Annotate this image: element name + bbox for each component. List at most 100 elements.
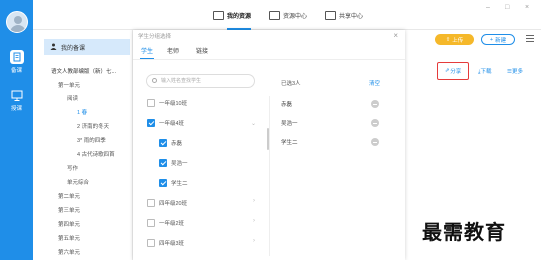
close-icon[interactable]: × xyxy=(393,31,398,40)
left-rail: 备课 授课 xyxy=(0,0,33,260)
clear-button[interactable]: 清空 xyxy=(369,79,380,87)
tab-resource-center[interactable]: 资源中心 xyxy=(269,8,307,22)
student-label: 赤磊 xyxy=(171,141,183,147)
rail-item-teach[interactable]: 授课 xyxy=(0,88,33,112)
tab-label: 资源中心 xyxy=(283,13,308,20)
class-label: 一年级2班 xyxy=(159,221,185,227)
tree-lesson-1[interactable]: 1 春 xyxy=(77,108,87,116)
class-row[interactable]: 一年级10班 xyxy=(147,98,187,108)
new-button[interactable]: + 新建 xyxy=(481,34,515,45)
checkbox[interactable] xyxy=(147,219,155,227)
chevron-down-icon[interactable]: ⌄ xyxy=(251,120,256,127)
tree-unit-4[interactable]: 第四单元 xyxy=(58,220,80,228)
upload-button[interactable]: ⇧ 上传 xyxy=(435,34,474,45)
more-button[interactable]: ☰更多 xyxy=(507,67,523,75)
remove-icon[interactable] xyxy=(371,119,379,127)
person-icon xyxy=(50,43,57,52)
divider xyxy=(269,96,270,256)
class-row[interactable]: 四年级3班 xyxy=(147,238,184,248)
student-select-dialog: 学生分组选择 × 学生 老师 链接 输入姓名查找学生 一年级10班 一年级4班 … xyxy=(133,30,405,260)
upload-icon: ⇧ xyxy=(445,36,451,43)
my-lessons-item[interactable]: 我的备课 xyxy=(44,39,130,55)
share-icon: ⇗ xyxy=(444,68,450,74)
plus-icon: + xyxy=(489,36,494,43)
share-button[interactable]: ⇗ 分享 xyxy=(437,62,469,80)
student-row[interactable]: 学生二 xyxy=(159,178,188,188)
checkbox[interactable] xyxy=(147,239,155,247)
close-window-button[interactable]: × xyxy=(525,4,529,11)
divider xyxy=(133,59,405,60)
chevron-right-icon[interactable]: › xyxy=(253,238,255,244)
checkbox[interactable] xyxy=(159,139,167,147)
search-icon xyxy=(152,78,157,83)
tab-share-center[interactable]: 共享中心 xyxy=(325,8,363,22)
class-row[interactable]: 四年级20班 xyxy=(147,198,187,208)
selected-student: 吴浩一 xyxy=(281,121,298,127)
share-center-icon xyxy=(325,10,336,20)
class-label: 一年级10班 xyxy=(159,101,188,107)
checkbox[interactable] xyxy=(147,99,155,107)
chevron-right-icon[interactable]: › xyxy=(253,218,255,224)
class-label: 四年级20班 xyxy=(159,201,188,207)
download-button[interactable]: ⤓下载 xyxy=(478,67,491,76)
more-label: 更多 xyxy=(511,69,523,75)
watermark: 最需教育 xyxy=(422,220,506,244)
class-row[interactable]: 一年级2班 xyxy=(147,218,184,228)
top-bar: 我的资源 资源中心 共享中心 – □ × xyxy=(33,0,541,30)
upload-label: 上传 xyxy=(452,37,464,44)
tab-students[interactable]: 学生 xyxy=(139,46,155,59)
chevron-right-icon[interactable]: › xyxy=(253,198,255,204)
student-row[interactable]: 赤磊 xyxy=(159,138,182,148)
menu-icon[interactable] xyxy=(526,35,534,42)
selected-student: 赤磊 xyxy=(281,102,293,108)
tree-unit-1[interactable]: 第一单元 xyxy=(58,81,80,89)
tree-unit-3[interactable]: 第三单元 xyxy=(58,206,80,214)
checkbox[interactable] xyxy=(147,119,155,127)
tree-unit-5[interactable]: 第五单元 xyxy=(58,234,80,242)
class-label: 一年级4班 xyxy=(159,121,185,127)
teach-icon xyxy=(10,88,24,102)
student-row[interactable]: 吴浩一 xyxy=(159,158,188,168)
tree-unit-2[interactable]: 第二单元 xyxy=(58,192,80,200)
selected-count: 已选3人 xyxy=(281,81,301,87)
download-label: 下载 xyxy=(480,69,492,75)
tab-link[interactable]: 链接 xyxy=(196,46,208,55)
remove-icon[interactable] xyxy=(371,138,379,146)
minimize-button[interactable]: – xyxy=(486,4,490,11)
search-placeholder: 输入姓名查找学生 xyxy=(161,78,202,84)
rail-item-label: 授课 xyxy=(10,106,22,112)
maximize-button[interactable]: □ xyxy=(505,4,509,11)
class-label: 四年级3班 xyxy=(159,241,185,247)
tree-lesson-2[interactable]: 2 济南的冬天 xyxy=(77,122,109,130)
checkbox[interactable] xyxy=(159,179,167,187)
tree-unit-6[interactable]: 第六单元 xyxy=(58,248,80,256)
student-search-input[interactable]: 输入姓名查找学生 xyxy=(146,74,255,88)
tree-lesson-4[interactable]: 4 古代诗歌四首 xyxy=(77,150,115,158)
tab-teachers[interactable]: 老师 xyxy=(167,46,179,55)
share-label: 分享 xyxy=(450,69,462,75)
tab-label: 我的资源 xyxy=(227,13,252,20)
rail-item-prepare[interactable]: 备课 xyxy=(0,50,33,74)
tab-my-resources[interactable]: 我的资源 xyxy=(213,8,252,30)
selected-student: 学生二 xyxy=(281,140,298,146)
avatar[interactable] xyxy=(6,11,28,33)
scrollbar[interactable] xyxy=(267,128,269,150)
student-label: 吴浩一 xyxy=(171,161,188,167)
tree-unit-summary[interactable]: 单元综合 xyxy=(67,178,89,186)
box-icon xyxy=(269,10,280,20)
dialog-title: 学生分组选择 xyxy=(138,34,172,40)
my-lessons-label: 我的备课 xyxy=(61,45,86,52)
folder-icon xyxy=(213,10,224,20)
student-label: 学生二 xyxy=(171,181,188,187)
tree-root[interactable]: 语文人教部编版（新）七... xyxy=(51,67,116,75)
tree-reading[interactable]: 阅读 xyxy=(67,94,78,102)
checkbox[interactable] xyxy=(159,159,167,167)
checkbox[interactable] xyxy=(147,199,155,207)
rail-item-label: 备课 xyxy=(10,68,22,74)
class-row[interactable]: 一年级4班 xyxy=(147,118,184,128)
new-label: 新建 xyxy=(495,37,507,44)
tree-writing[interactable]: 写作 xyxy=(67,164,78,172)
remove-icon[interactable] xyxy=(371,100,379,108)
tab-label: 共享中心 xyxy=(339,13,364,20)
tree-lesson-3[interactable]: 3* 雨的四季 xyxy=(77,136,106,144)
